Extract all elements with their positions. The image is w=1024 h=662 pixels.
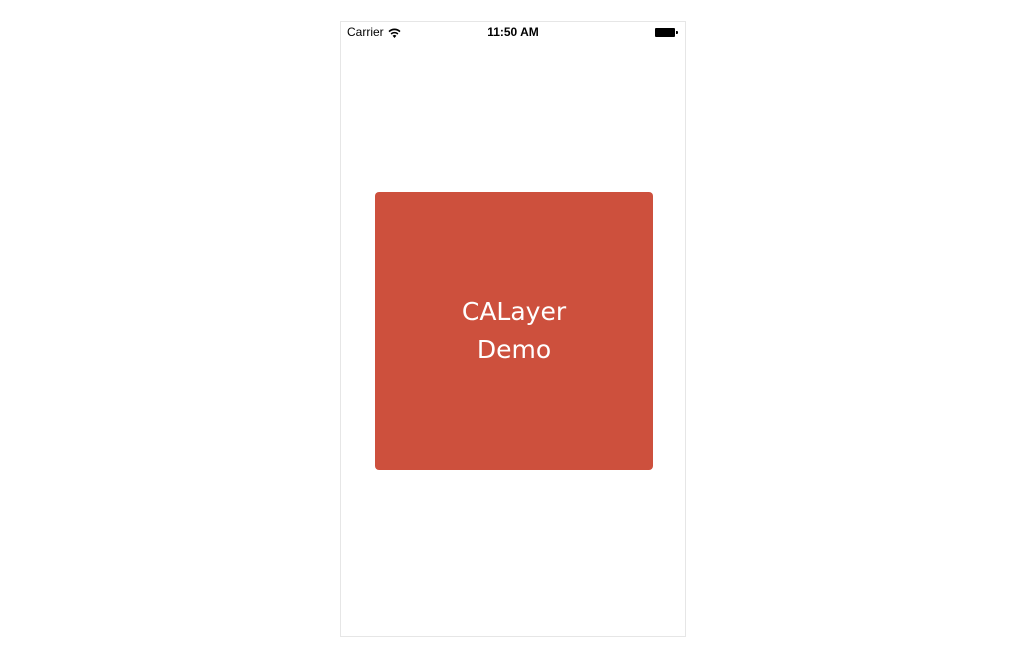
demo-title-line-1: CALayer [461,297,567,326]
battery-body [655,28,675,37]
status-bar: Carrier 11:50 AM [341,22,685,42]
battery-tip [676,31,678,34]
demo-title-line-2: Demo [476,335,552,364]
page: Carrier 11:50 AM CALayer Demo [0,0,1024,662]
phone-screen: Carrier 11:50 AM CALayer Demo [340,21,686,637]
battery-icon [655,28,679,37]
calayer-demo-square: CALayer Demo [375,192,653,470]
status-time: 11:50 AM [487,25,539,39]
